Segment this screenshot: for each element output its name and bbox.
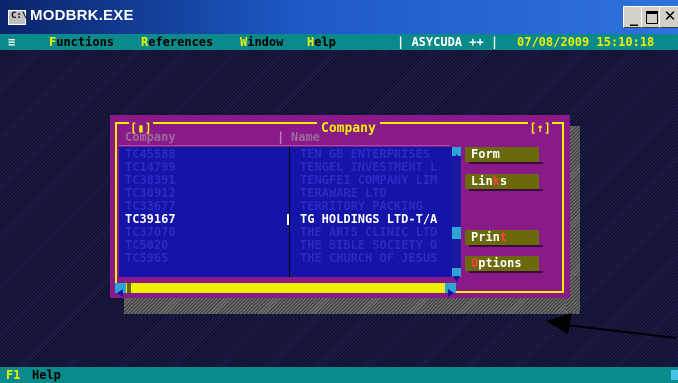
status-indicator bbox=[671, 370, 678, 380]
console-window: C:\ MODBRK.EXE _ ✕ ≡ Functions Reference… bbox=[0, 0, 678, 383]
f1-key[interactable]: F1 bbox=[6, 367, 20, 383]
status-bar: F1 Help bbox=[0, 367, 678, 383]
annotation-arrow-icon bbox=[546, 313, 677, 339]
help-label: Help bbox=[32, 368, 61, 382]
